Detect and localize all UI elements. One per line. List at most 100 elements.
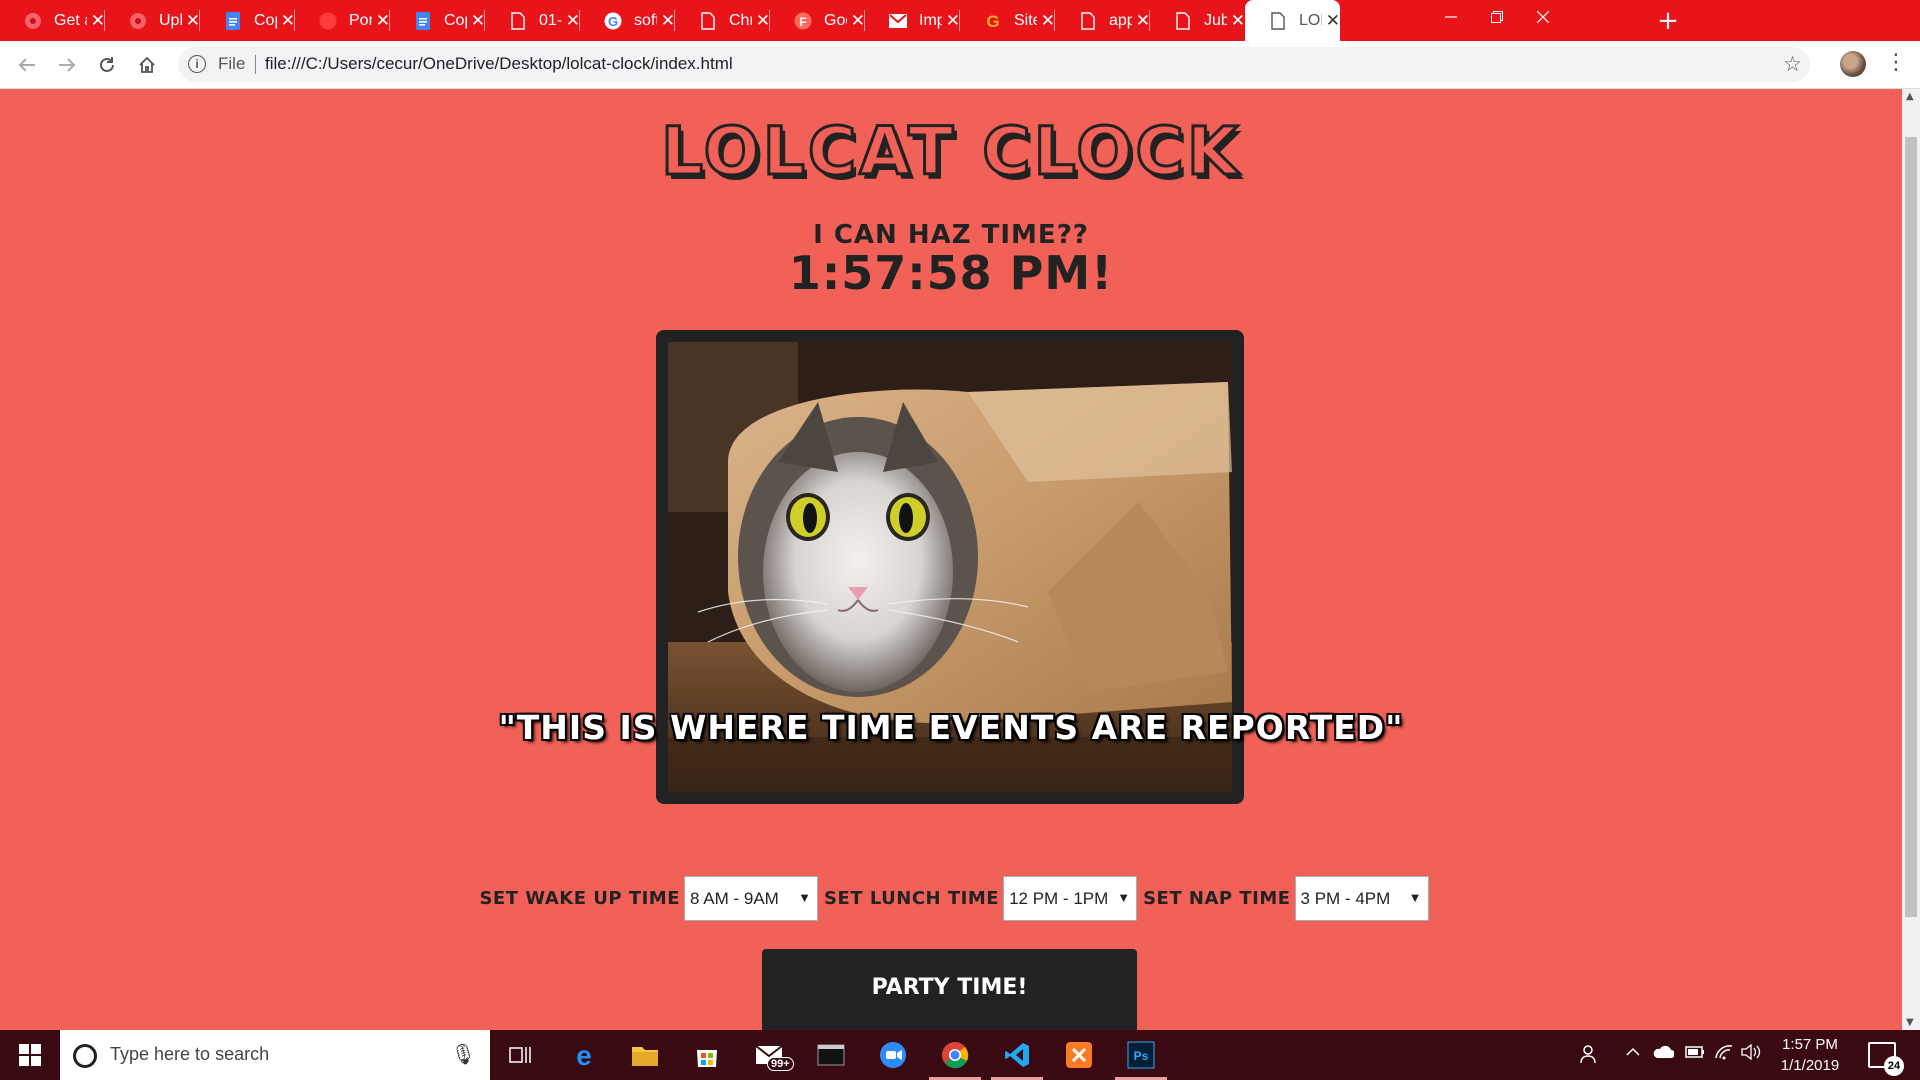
- taskbar-search-box[interactable]: Type here to search 🎙: [60, 1030, 490, 1080]
- zoom-icon[interactable]: [875, 1037, 911, 1073]
- battery-icon[interactable]: [1685, 1044, 1705, 1064]
- browser-tab[interactable]: Portfo ✕: [295, 0, 390, 41]
- notification-count-badge: 24: [1884, 1056, 1904, 1076]
- vscode-icon[interactable]: [991, 1037, 1043, 1080]
- screen: Get a ✕ Uploa ✕ Copy ✕ Portfo ✕ Copy ✕: [0, 0, 1920, 1080]
- select-value: 12 PM - 1PM: [1009, 889, 1109, 908]
- lunch-time-label: Set Lunch Time: [824, 888, 1000, 909]
- nap-time-select[interactable]: 3 PM - 4PM ▼: [1294, 876, 1429, 921]
- wifi-icon[interactable]: [1714, 1044, 1734, 1065]
- windows-logo-icon: [19, 1044, 41, 1066]
- browser-tab[interactable]: Impo ✕: [865, 0, 960, 41]
- file-icon: [509, 11, 527, 30]
- edge-browser-icon[interactable]: e: [566, 1037, 602, 1073]
- address-bar[interactable]: i File file:///C:/Users/cecur/OneDrive/D…: [178, 47, 1810, 82]
- close-tab-icon[interactable]: ✕: [851, 11, 865, 31]
- file-explorer-icon[interactable]: [627, 1037, 663, 1073]
- close-tab-icon[interactable]: ✕: [756, 11, 770, 31]
- scroll-up-arrow-icon[interactable]: ▲: [1906, 91, 1914, 102]
- volume-icon[interactable]: [1741, 1043, 1761, 1065]
- forward-arrow-icon: [59, 58, 76, 72]
- browser-tab[interactable]: Get a ✕: [0, 0, 105, 41]
- close-tab-icon[interactable]: ✕: [1231, 11, 1245, 31]
- microphone-icon[interactable]: 🎙: [451, 1042, 476, 1066]
- chrome-icon[interactable]: [929, 1037, 981, 1080]
- tab-title: Uploa: [159, 11, 182, 29]
- close-tab-icon[interactable]: ✕: [1136, 11, 1150, 31]
- browser-tab[interactable]: Copy ✕: [390, 0, 485, 41]
- close-window-button[interactable]: [1515, 0, 1571, 34]
- scroll-down-arrow-icon[interactable]: ▼: [1906, 1017, 1914, 1028]
- xampp-icon[interactable]: [1061, 1037, 1097, 1073]
- close-tab-icon[interactable]: ✕: [186, 11, 200, 31]
- minimize-icon: [1445, 16, 1457, 18]
- close-tab-icon[interactable]: ✕: [471, 11, 485, 31]
- close-tab-icon[interactable]: ✕: [566, 11, 580, 31]
- lunch-time-select[interactable]: 12 PM - 1PM ▼: [1003, 876, 1138, 921]
- browser-tab-active[interactable]: LOLC ✕: [1245, 0, 1340, 41]
- terminal-icon[interactable]: [813, 1037, 849, 1073]
- search-placeholder: Type here to search: [110, 1044, 270, 1064]
- people-icon[interactable]: [1580, 1044, 1600, 1069]
- mail-icon[interactable]: 99+: [751, 1037, 794, 1073]
- close-tab-icon[interactable]: ✕: [376, 11, 390, 31]
- new-tab-button[interactable]: +: [1653, 0, 1683, 41]
- gmail-icon: [889, 12, 907, 30]
- show-hidden-icons-chevron-icon[interactable]: [1625, 1044, 1641, 1065]
- close-tab-icon[interactable]: ✕: [91, 11, 105, 31]
- select-value: 3 PM - 4PM: [1300, 889, 1391, 908]
- file-icon: [1269, 11, 1287, 30]
- svg-text:F: F: [799, 15, 806, 29]
- browser-tab[interactable]: Chris ✕: [675, 0, 770, 41]
- browser-tab[interactable]: G SiteG ✕: [960, 0, 1055, 41]
- microsoft-store-icon[interactable]: [689, 1037, 725, 1073]
- reload-button[interactable]: [94, 52, 120, 78]
- task-view-icon[interactable]: [502, 1037, 538, 1073]
- close-tab-icon[interactable]: ✕: [661, 11, 675, 31]
- tab-title: softw: [634, 11, 657, 29]
- svg-text:e: e: [576, 1041, 592, 1069]
- page-scrollbar[interactable]: ▲ ▼: [1902, 89, 1920, 1030]
- photoshop-icon[interactable]: Ps: [1115, 1037, 1167, 1080]
- forward-button[interactable]: [54, 52, 80, 78]
- party-time-button[interactable]: Party Time!: [762, 949, 1137, 1030]
- page-content: Lolcat Clock I can haz time?? 1:57:58 PM…: [0, 89, 1902, 1030]
- mail-badge: 99+: [767, 1057, 794, 1071]
- profile-avatar[interactable]: [1840, 51, 1866, 77]
- close-tab-icon[interactable]: ✕: [946, 11, 960, 31]
- system-clock[interactable]: 1:57 PM 1/1/2019: [1770, 1034, 1850, 1076]
- tab-title: LOLC: [1299, 11, 1322, 29]
- menu-kebab-icon[interactable]: ⋮: [1885, 50, 1907, 75]
- action-center-icon[interactable]: 24: [1868, 1042, 1904, 1076]
- tab-title: Chris: [729, 11, 752, 29]
- browser-tab[interactable]: appro ✕: [1055, 0, 1150, 41]
- restore-icon: [1491, 11, 1503, 23]
- url-text[interactable]: file:///C:/Users/cecur/OneDrive/Desktop/…: [265, 54, 733, 74]
- browser-tab[interactable]: Jubile ✕: [1150, 0, 1245, 41]
- browser-tab[interactable]: F Goog ✕: [770, 0, 865, 41]
- info-icon[interactable]: i: [188, 55, 206, 73]
- close-tab-icon[interactable]: ✕: [1041, 11, 1055, 31]
- scrollbar-thumb[interactable]: [1905, 137, 1917, 917]
- dropdown-arrow-icon: ▼: [1117, 890, 1131, 905]
- svg-text:G: G: [608, 14, 618, 29]
- home-button[interactable]: [134, 52, 160, 78]
- close-tab-icon[interactable]: ✕: [281, 11, 295, 31]
- onedrive-cloud-icon[interactable]: [1652, 1044, 1675, 1065]
- back-button[interactable]: [14, 52, 40, 78]
- browser-tab[interactable]: 01-W ✕: [485, 0, 580, 41]
- clock-time: 1:57:58 PM!: [788, 246, 1114, 300]
- bookmark-star-icon[interactable]: ☆: [1783, 52, 1802, 76]
- browser-tab[interactable]: Copy ✕: [200, 0, 295, 41]
- tab-title: Portfo: [349, 11, 372, 29]
- close-tab-icon[interactable]: ✕: [1326, 11, 1340, 31]
- browser-tab[interactable]: G softw ✕: [580, 0, 675, 41]
- tab-title: Copy: [444, 11, 467, 29]
- google-icon: G: [604, 12, 622, 30]
- tab-title: Jubile: [1204, 11, 1227, 29]
- reload-icon: [100, 57, 114, 72]
- start-button[interactable]: [0, 1030, 60, 1080]
- svg-text:Ps: Ps: [1134, 1049, 1149, 1063]
- wake-up-time-select[interactable]: 8 AM - 9AM ▼: [684, 876, 819, 921]
- browser-tab[interactable]: Uploa ✕: [105, 0, 200, 41]
